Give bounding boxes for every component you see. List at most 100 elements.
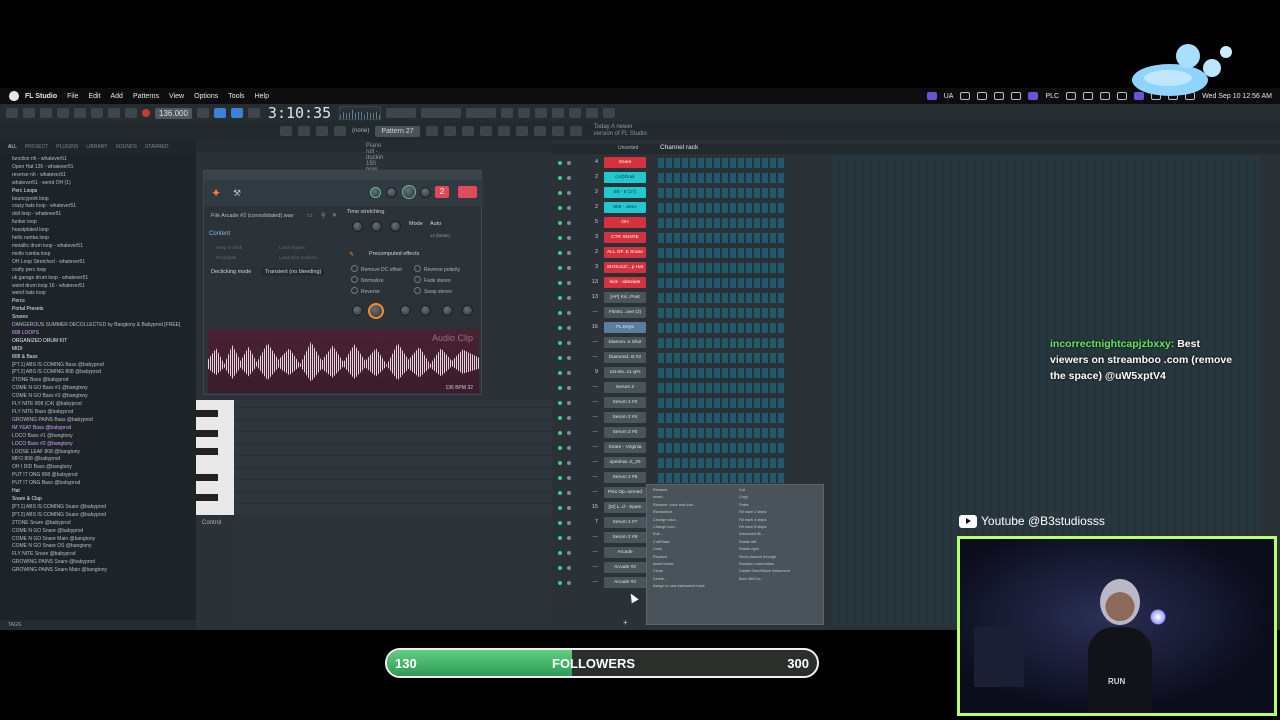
browser-item[interactable]: Snares [12,314,196,322]
trim-knob[interactable] [462,305,473,316]
channel-mute-led[interactable] [558,371,562,375]
channel-name-button[interactable]: CTR SNARE [604,232,646,243]
channel-steps[interactable] [658,428,786,438]
tempo-display[interactable]: 136.000 [155,107,192,119]
pat-song-toggle-icon[interactable] [91,108,103,118]
channel-knob-icon[interactable] [567,431,571,435]
beats-value[interactable]: x3 (beats) [430,233,450,238]
context-menu-item[interactable]: Fill each 8 steps [739,524,823,531]
context-menu-item[interactable]: Insert... [653,494,737,501]
browser-item[interactable]: 2TONE Bass @babyprod [12,377,196,385]
channel-steps[interactable] [658,293,786,303]
browser-item[interactable]: GROWING PAINS Bass @babyprod [12,417,196,425]
browser-item[interactable]: FLY NITE Bass @babyprod [12,409,196,417]
channel-name-button[interactable]: Serum 2 #2 [604,397,646,408]
browser-tab-library[interactable]: LIBRARY [86,144,107,150]
channel-steps[interactable] [658,188,786,198]
env-start-knob[interactable] [352,305,363,316]
context-menu-item[interactable]: Rotate right [739,546,823,553]
browser-tab-project[interactable]: PROJECT [25,144,48,150]
menu-view[interactable]: View [169,93,184,100]
channel-mixer-track[interactable]: --- [586,444,599,450]
channel-mixer-track[interactable]: --- [586,354,599,360]
browser-item[interactable]: FLY NITE 808 (C4) @babyprod [12,401,196,409]
channel-name-button[interactable]: OH [604,217,646,228]
channel-row[interactable]: 2 ALL OF..E Snare [552,246,832,261]
script-icon[interactable] [533,126,546,136]
context-menu-item[interactable]: Insert below [653,561,737,568]
crossfade-knob[interactable] [442,305,453,316]
pattern-select[interactable]: Pattern 27 [375,125,420,137]
context-menu-item[interactable]: Copy [739,494,823,501]
menu-help[interactable]: Help [255,93,269,100]
folder-icon[interactable]: ▭ [307,212,313,219]
channel-row[interactable]: 3 CTR SNARE [552,231,832,246]
channel-steps[interactable] [658,203,786,213]
channel-name-button[interactable]: Flintro...ave (2) [604,307,646,318]
context-menu-item[interactable]: Rename [653,487,737,494]
file-icon[interactable] [6,108,18,118]
context-menu-item[interactable]: Randomize [653,509,737,516]
channel-mixer-track[interactable]: --- [586,534,599,540]
channel-mute-led[interactable] [558,161,562,165]
channel-knob-icon[interactable] [567,461,571,465]
keep-on-disk-option[interactable]: Keep on disk [216,245,242,250]
shield-icon[interactable] [1028,92,1039,100]
browser-item[interactable]: [PT.1] ABS IS COMING Snare @babyprod [12,504,196,512]
reverse-checkbox[interactable]: Reverse [351,287,380,295]
mode-select[interactable]: Auto [430,221,441,227]
browser-item[interactable]: PUT IT ONG 808 @babyprod [12,472,196,480]
channel-mixer-track[interactable]: --- [586,579,599,585]
channel-steps[interactable] [658,173,786,183]
undo-icon[interactable] [23,108,35,118]
channel-steps[interactable] [658,218,786,228]
channel-steps[interactable] [658,413,786,423]
channel-mute-led[interactable] [558,236,562,240]
browser-item[interactable]: MIDI [12,346,196,354]
channel-mute-led[interactable] [558,326,562,330]
context-menu-item[interactable]: Clone [653,568,737,575]
volume-knob[interactable] [386,187,397,198]
settings-icon[interactable] [569,126,582,136]
browser-item[interactable]: COME N GO Bass #2 @bangtony [12,393,196,401]
channel-knob-icon[interactable] [567,266,571,270]
context-menu-item[interactable]: Lines [653,546,737,553]
browser-item[interactable]: function nh - whatever51 [12,156,196,164]
cast-icon[interactable] [1083,92,1094,100]
channel-knob-icon[interactable] [567,311,571,315]
channel-steps[interactable] [658,383,786,393]
touch-keyboard-icon[interactable] [515,126,528,136]
channel-name-button[interactable]: SHOULD'...p Hat [604,262,646,273]
channel-name-button[interactable]: 5B - 8 (27) [604,187,646,198]
time-knob[interactable] [390,221,401,232]
metronome-icon[interactable] [196,108,209,118]
channel-mixer-track[interactable]: --- [586,459,599,465]
plugin-icon[interactable] [497,126,510,136]
channel-knob-icon[interactable] [567,221,571,225]
channel-row[interactable]: 2 808 - Jleez [552,201,832,216]
menu-tools[interactable]: Tools [228,93,244,100]
channel-name-button[interactable]: kick - absolute [604,277,646,288]
channel-row[interactable]: --- Diamond..st #2 [552,351,832,366]
waveform-display[interactable]: Audio Clip 136 BPM 32 [208,329,479,393]
context-menu-item[interactable]: Assign to new instrument track [653,583,737,590]
browser-item[interactable]: crafty perc loop [12,267,196,275]
context-menu-item[interactable]: Create DirectWave instrument [739,568,823,575]
channel-mixer-track[interactable]: 9 [586,369,598,375]
channel-knob-icon[interactable] [567,401,571,405]
context-menu-item[interactable]: Random notes/notes [739,561,823,568]
event-control-lane[interactable] [234,516,552,630]
channel-mixer-track[interactable]: 3 [586,234,598,240]
channel-knob-icon[interactable] [567,191,571,195]
channel-row[interactable]: 2 (AZ)Drak [552,171,832,186]
browser-item[interactable]: 808 LOOPS [12,330,196,338]
channel-row[interactable]: --- Snare - Virginia [552,441,832,456]
stop-icon[interactable] [125,108,137,118]
glasses-icon[interactable] [1066,92,1077,100]
normalize-checkbox[interactable]: Normalize [351,276,384,284]
channel-knob-icon[interactable] [567,416,571,420]
channel-row[interactable]: 13 [AP] Kic..Post [552,291,832,306]
channel-mute-led[interactable] [558,551,562,555]
channel-steps[interactable] [658,233,786,243]
channel-name-button[interactable]: Serum 2 #5 [604,427,646,438]
